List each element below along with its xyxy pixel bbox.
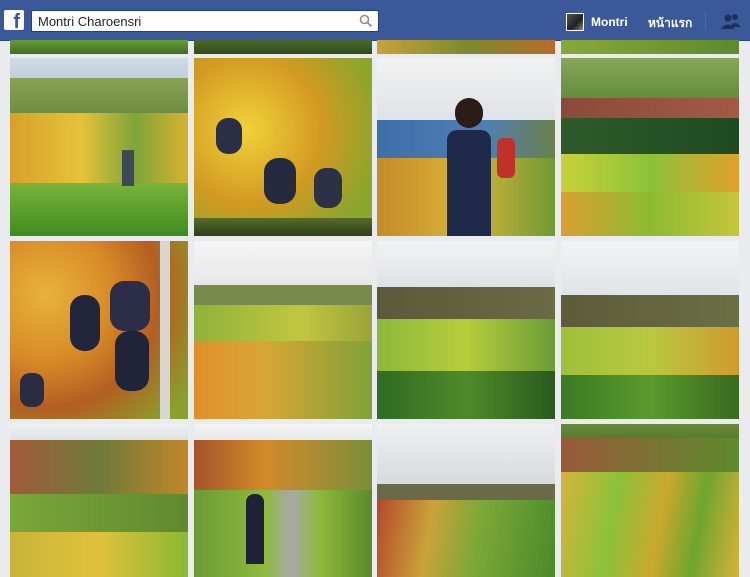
- facebook-logo-icon[interactable]: f: [4, 10, 24, 30]
- photo-tile[interactable]: [377, 241, 555, 419]
- photo-tile[interactable]: [561, 241, 739, 419]
- photo-tile[interactable]: [10, 58, 188, 236]
- photo-tile[interactable]: [194, 241, 372, 419]
- photo-tile[interactable]: [10, 40, 188, 54]
- search-icon[interactable]: [359, 14, 373, 28]
- photo-tile[interactable]: [10, 241, 188, 419]
- photo-grid: [0, 28, 750, 577]
- photo-tile[interactable]: [377, 58, 555, 236]
- photo-tile[interactable]: [194, 424, 372, 577]
- photo-tile[interactable]: [377, 424, 555, 577]
- photo-tile[interactable]: [377, 40, 555, 54]
- photo-tile[interactable]: [561, 40, 739, 54]
- photo-tile[interactable]: [10, 424, 188, 577]
- photo-tile[interactable]: [194, 58, 372, 236]
- profile-name: Montri: [591, 15, 628, 29]
- photo-tile[interactable]: [561, 58, 739, 236]
- photo-tile[interactable]: [194, 40, 372, 54]
- photo-tile[interactable]: [561, 424, 739, 577]
